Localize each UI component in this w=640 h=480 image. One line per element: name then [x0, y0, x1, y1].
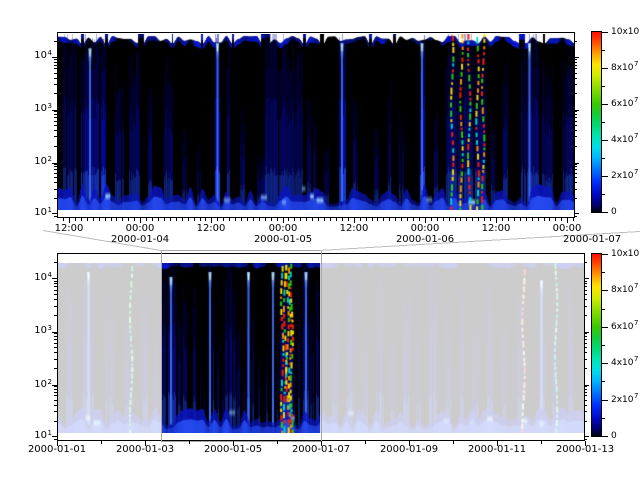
colorbar-tick-label: 0 [611, 207, 617, 218]
colorbar-tick-label: 6x107 [611, 99, 638, 110]
exponent: 7 [634, 282, 638, 290]
colorbar-tick-label: 2x107 [611, 171, 638, 182]
x-tick-label: 12:00 [319, 223, 389, 235]
y-tick-label: 104 [16, 272, 52, 284]
colorbar-tick-label: 4x107 [611, 358, 638, 369]
y-tick-label: 102 [16, 379, 52, 391]
colorbar-top [591, 31, 602, 213]
y-tick-label: 101 [16, 430, 52, 442]
exponent: 2 [48, 155, 52, 163]
zoom-panel[interactable] [57, 32, 575, 218]
y-tick-label: 103 [16, 325, 52, 337]
y-tick-label: 103 [16, 103, 52, 115]
exponent: 7 [634, 96, 638, 104]
exponent: 3 [48, 324, 52, 332]
x-tick-label: 2000-01-07 [286, 444, 356, 456]
x-date-label: 2000-01-06 [390, 234, 460, 246]
colorbar-bottom [591, 253, 602, 437]
exponent: 2 [48, 378, 52, 386]
x-date-label: 2000-01-04 [105, 234, 175, 246]
exponent: 7 [634, 355, 638, 363]
colorbar-tick-label: 10x107 [611, 249, 640, 260]
x-tick-label: 12:00 [461, 223, 531, 235]
exponent: 3 [48, 102, 52, 110]
excluded-region-overlay-right [320, 254, 584, 440]
exponent: 7 [634, 319, 638, 327]
exponent: 7 [634, 392, 638, 400]
x-tick-label: 2000-01-05 [198, 444, 268, 456]
exponent: 1 [48, 429, 52, 437]
x-date-label: 2000-01-07 [563, 234, 640, 246]
exponent: 1 [48, 206, 52, 214]
zoom-panel-heatmap-canvas[interactable] [58, 34, 574, 210]
exponent: 4 [48, 271, 52, 279]
y-tick-label: 101 [16, 207, 52, 219]
exponent: 7 [634, 132, 638, 140]
x-tick-label: 2000-01-13 [550, 444, 620, 456]
colorbar-tick-label: 6x107 [611, 322, 638, 333]
x-tick-label: 12:00 [176, 223, 246, 235]
excluded-region-overlay-left [58, 254, 161, 440]
x-tick-label: 2000-01-01 [22, 444, 92, 456]
colorbar-tick-label: 10x107 [611, 27, 640, 38]
exponent: 4 [48, 49, 52, 57]
x-date-label: 2000-01-05 [248, 234, 318, 246]
y-tick-label: 104 [16, 50, 52, 62]
y-tick-label: 102 [16, 156, 52, 168]
x-tick-label: 2000-01-11 [462, 444, 532, 456]
colorbar-tick-label: 0 [611, 431, 617, 442]
colorbar-tick-label: 8x107 [611, 63, 638, 74]
exponent: 7 [634, 60, 638, 68]
colorbar-tick-label: 4x107 [611, 135, 638, 146]
x-tick-label: 12:00 [34, 223, 104, 235]
exponent: 7 [634, 168, 638, 176]
x-tick-label: 2000-01-03 [110, 444, 180, 456]
x-tick-label: 2000-01-09 [374, 444, 444, 456]
colorbar-tick-label: 8x107 [611, 285, 638, 296]
figure: 12:0000:002000-01-0412:0000:002000-01-05… [0, 0, 640, 480]
colorbar-tick-label: 2x107 [611, 395, 638, 406]
selection-box[interactable] [161, 250, 322, 442]
